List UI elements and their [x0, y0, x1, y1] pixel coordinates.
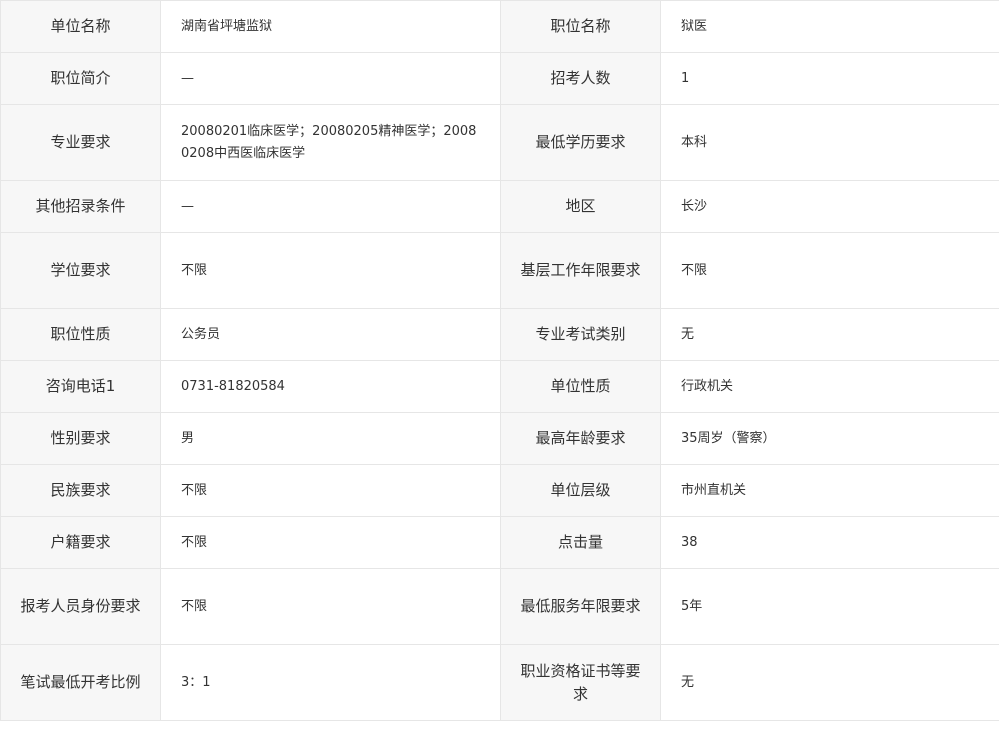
region-label: 地区 [500, 180, 661, 233]
household-label: 户籍要求 [0, 516, 161, 569]
grassroots-years-value: 不限 [660, 232, 999, 309]
exam-ratio-label: 笔试最低开考比例 [0, 644, 161, 721]
table-row: 职位性质 公务员 专业考试类别 无 [0, 308, 999, 361]
other-conditions-label: 其他招录条件 [0, 180, 161, 233]
gender-value: 男 [160, 412, 501, 465]
min-service-years-label: 最低服务年限要求 [500, 568, 661, 645]
recruit-count-label: 招考人数 [500, 52, 661, 105]
min-education-label: 最低学历要求 [500, 104, 661, 181]
table-row: 其他招录条件 — 地区 长沙 [0, 180, 999, 233]
table-row: 咨询电话1 0731-81820584 单位性质 行政机关 [0, 360, 999, 413]
max-age-label: 最高年龄要求 [500, 412, 661, 465]
certificate-requirement-label: 职业资格证书等要求 [500, 644, 661, 721]
position-name-value: 狱医 [660, 0, 999, 53]
table-row: 专业要求 20080201临床医学；20080205精神医学；20080208中… [0, 104, 999, 181]
degree-requirement-label: 学位要求 [0, 232, 161, 309]
certificate-requirement-value: 无 [660, 644, 999, 721]
table-row: 报考人员身份要求 不限 最低服务年限要求 5年 [0, 568, 999, 645]
click-count-value: 38 [660, 516, 999, 569]
recruit-count-value: 1 [660, 52, 999, 105]
table-row: 民族要求 不限 单位层级 市州直机关 [0, 464, 999, 517]
applicant-identity-label: 报考人员身份要求 [0, 568, 161, 645]
max-age-value: 35周岁（警察） [660, 412, 999, 465]
household-value: 不限 [160, 516, 501, 569]
table-row: 职位简介 — 招考人数 1 [0, 52, 999, 105]
phone-value: 0731-81820584 [160, 360, 501, 413]
min-education-value: 本科 [660, 104, 999, 181]
region-value: 长沙 [660, 180, 999, 233]
unit-name-value: 湖南省坪塘监狱 [160, 0, 501, 53]
table-row: 学位要求 不限 基层工作年限要求 不限 [0, 232, 999, 309]
ethnicity-value: 不限 [160, 464, 501, 517]
table-row: 户籍要求 不限 点击量 38 [0, 516, 999, 569]
unit-level-value: 市州直机关 [660, 464, 999, 517]
min-service-years-value: 5年 [660, 568, 999, 645]
degree-requirement-value: 不限 [160, 232, 501, 309]
exam-category-value: 无 [660, 308, 999, 361]
click-count-label: 点击量 [500, 516, 661, 569]
unit-nature-label: 单位性质 [500, 360, 661, 413]
position-detail-table: 单位名称 湖南省坪塘监狱 职位名称 狱医 职位简介 — 招考人数 1 专业要求 … [0, 0, 999, 721]
gender-label: 性别要求 [0, 412, 161, 465]
grassroots-years-label: 基层工作年限要求 [500, 232, 661, 309]
phone-label: 咨询电话1 [0, 360, 161, 413]
position-name-label: 职位名称 [500, 0, 661, 53]
position-nature-value: 公务员 [160, 308, 501, 361]
table-row: 笔试最低开考比例 3：1 职业资格证书等要求 无 [0, 644, 999, 721]
position-intro-label: 职位简介 [0, 52, 161, 105]
exam-ratio-value: 3：1 [160, 644, 501, 721]
major-requirement-label: 专业要求 [0, 104, 161, 181]
table-row: 单位名称 湖南省坪塘监狱 职位名称 狱医 [0, 0, 999, 53]
unit-name-label: 单位名称 [0, 0, 161, 53]
applicant-identity-value: 不限 [160, 568, 501, 645]
major-requirement-value: 20080201临床医学；20080205精神医学；20080208中西医临床医… [160, 104, 501, 181]
exam-category-label: 专业考试类别 [500, 308, 661, 361]
ethnicity-label: 民族要求 [0, 464, 161, 517]
position-nature-label: 职位性质 [0, 308, 161, 361]
unit-level-label: 单位层级 [500, 464, 661, 517]
other-conditions-value: — [160, 180, 501, 233]
table-row: 性别要求 男 最高年龄要求 35周岁（警察） [0, 412, 999, 465]
position-intro-value: — [160, 52, 501, 105]
unit-nature-value: 行政机关 [660, 360, 999, 413]
